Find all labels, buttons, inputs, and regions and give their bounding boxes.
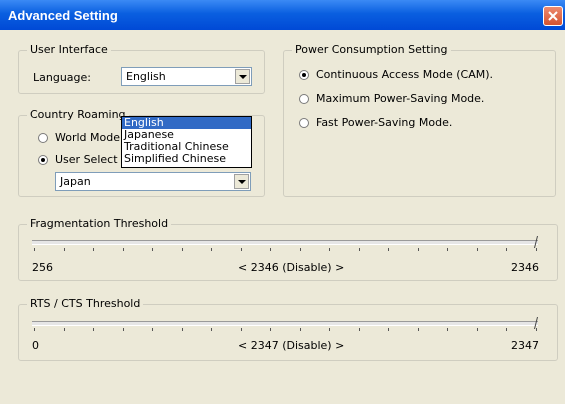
- close-button[interactable]: [543, 6, 563, 26]
- fragmentation-threshold-legend: Fragmentation Threshold: [27, 217, 172, 230]
- slider-tick: [152, 248, 154, 251]
- slider-tick: [63, 328, 65, 331]
- slider-tick: [329, 248, 331, 251]
- slider-tick: [211, 248, 213, 251]
- fragmentation-min-label: 256: [32, 261, 53, 274]
- rts-cts-threshold-group: RTS / CTS Threshold: [18, 297, 558, 361]
- user-select-radio[interactable]: [38, 155, 48, 165]
- chevron-down-icon: [238, 180, 246, 184]
- fragmentation-slider-track[interactable]: [32, 240, 538, 245]
- slider-tick: [388, 328, 390, 331]
- client-area: User Interface Language: English English…: [0, 30, 565, 404]
- slider-tick: [34, 328, 35, 331]
- slider-tick: [476, 328, 478, 331]
- slider-tick: [34, 248, 35, 251]
- slider-tick: [417, 248, 419, 251]
- slider-tick: [122, 248, 124, 251]
- slider-tick: [63, 248, 65, 251]
- language-label: Language:: [33, 71, 91, 84]
- world-mode-label: World Mode: [55, 131, 120, 144]
- power-consumption-legend: Power Consumption Setting: [292, 43, 451, 56]
- slider-tick: [506, 248, 508, 251]
- advanced-setting-window: Advanced Setting User Interface Language…: [0, 0, 565, 404]
- slider-tick: [240, 248, 242, 251]
- rts-slider-track[interactable]: [32, 321, 538, 326]
- fast-power-saving-radio[interactable]: [299, 118, 309, 128]
- cam-mode-label: Continuous Access Mode (CAM).: [316, 68, 494, 81]
- slider-tick: [329, 328, 331, 331]
- rts-min-label: 0: [32, 339, 39, 352]
- language-select[interactable]: English: [121, 67, 252, 86]
- slider-tick: [270, 328, 272, 331]
- slider-tick: [211, 328, 213, 331]
- slider-tick: [181, 328, 183, 331]
- slider-tick: [506, 328, 508, 331]
- rts-slider-thumb[interactable]: [533, 317, 539, 329]
- language-selected-value: English: [126, 70, 166, 83]
- country-selected-value: Japan: [60, 175, 91, 188]
- slider-tick: [299, 328, 301, 331]
- language-dropdown-button[interactable]: [235, 69, 250, 84]
- fast-power-saving-label: Fast Power-Saving Mode.: [316, 116, 453, 129]
- slider-tick: [270, 248, 272, 251]
- language-dropdown-list: English Japanese Traditional Chinese Sim…: [121, 116, 252, 168]
- slider-tick: [152, 328, 154, 331]
- rts-current-value: < 2347 (Disable) >: [238, 339, 345, 352]
- country-roaming-legend: Country Roaming: [27, 108, 129, 121]
- language-option-simplified-chinese[interactable]: Simplified Chinese: [122, 153, 251, 165]
- title-bar: Advanced Setting: [0, 0, 565, 30]
- world-mode-radio[interactable]: [38, 133, 48, 143]
- slider-tick: [476, 248, 478, 251]
- slider-tick: [447, 248, 449, 251]
- fragmentation-current-value: < 2346 (Disable) >: [238, 261, 345, 274]
- rts-max-label: 2347: [511, 339, 539, 352]
- user-select-label: User Select: [55, 153, 118, 166]
- slider-tick: [447, 328, 449, 331]
- slider-tick: [181, 248, 183, 251]
- slider-tick: [93, 328, 95, 331]
- fragmentation-max-label: 2346: [511, 261, 539, 274]
- slider-tick: [358, 328, 360, 331]
- slider-tick: [93, 248, 95, 251]
- window-title: Advanced Setting: [8, 8, 118, 23]
- user-interface-legend: User Interface: [27, 43, 111, 56]
- slider-tick: [388, 248, 390, 251]
- max-power-saving-label: Maximum Power-Saving Mode.: [316, 92, 485, 105]
- max-power-saving-radio[interactable]: [299, 94, 309, 104]
- chevron-down-icon: [239, 75, 247, 79]
- cam-mode-radio[interactable]: [299, 70, 309, 80]
- slider-tick: [358, 248, 360, 251]
- country-dropdown-button[interactable]: [234, 174, 249, 189]
- slider-tick: [417, 328, 419, 331]
- close-icon: [548, 11, 558, 21]
- slider-tick: [536, 248, 537, 251]
- slider-tick: [122, 328, 124, 331]
- slider-tick: [240, 328, 242, 331]
- country-select[interactable]: Japan: [55, 172, 251, 191]
- fragmentation-slider-thumb[interactable]: [533, 236, 539, 248]
- slider-tick: [299, 248, 301, 251]
- rts-cts-threshold-legend: RTS / CTS Threshold: [27, 297, 144, 310]
